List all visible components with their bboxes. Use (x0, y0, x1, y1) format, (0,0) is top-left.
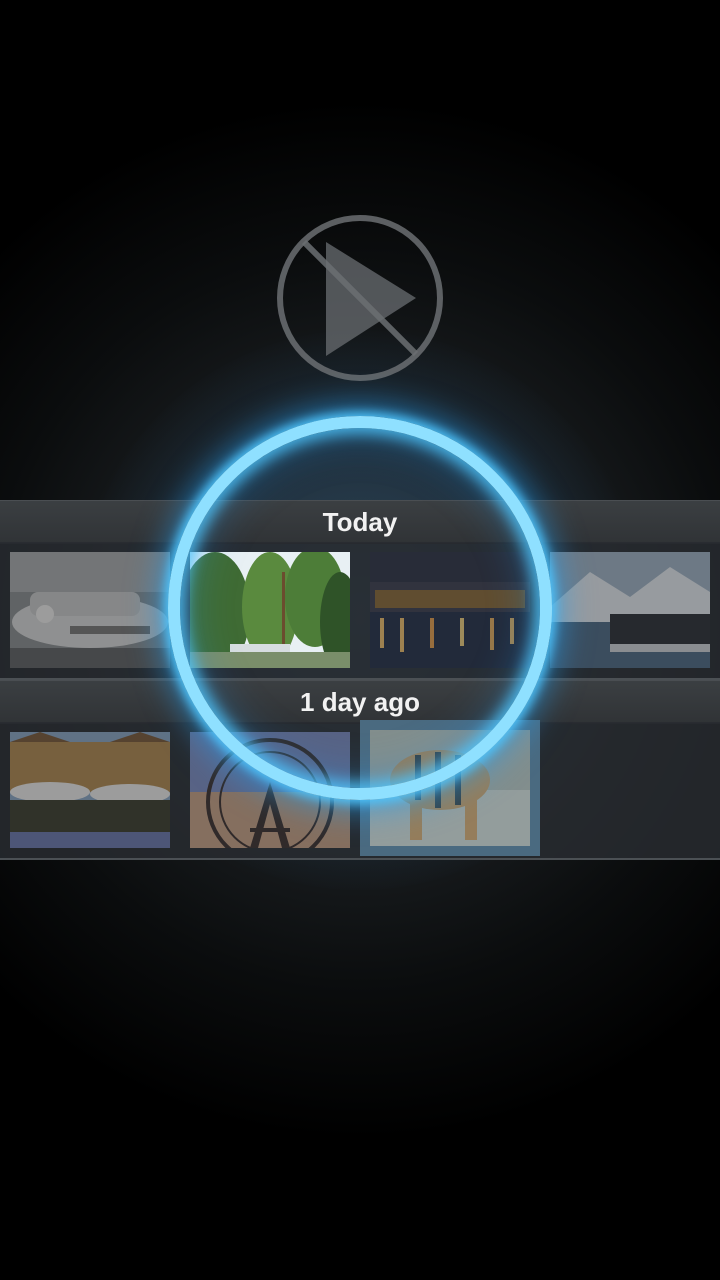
thumbnail-lake[interactable] (550, 552, 710, 668)
car-image (10, 552, 170, 668)
lake-image (550, 552, 710, 668)
play-disabled-icon[interactable] (274, 212, 446, 384)
thumbnail-plaza[interactable] (10, 732, 170, 848)
plaza-image (10, 732, 170, 848)
selection-ring (168, 416, 552, 800)
thumbnail-car[interactable] (10, 552, 170, 668)
